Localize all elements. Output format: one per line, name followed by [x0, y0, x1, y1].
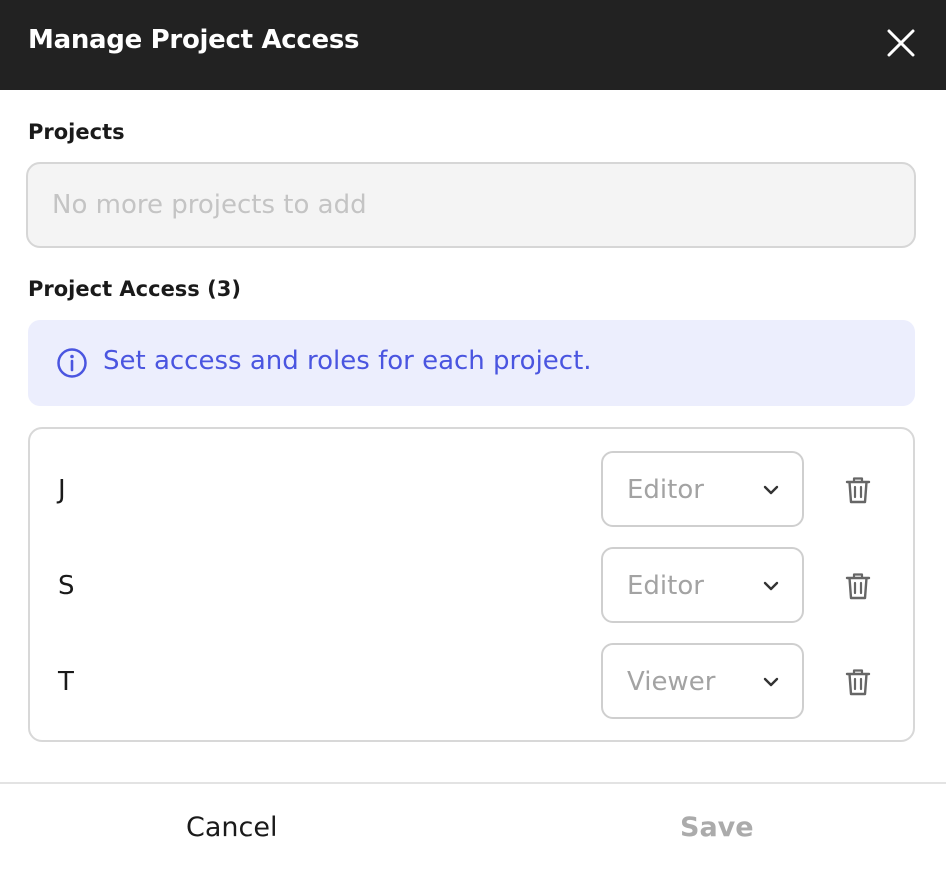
chevron-down-icon	[763, 485, 779, 495]
projects-input[interactable]	[26, 162, 916, 248]
role-value: Editor	[627, 475, 704, 505]
cancel-button[interactable]: Cancel	[186, 812, 277, 843]
save-button[interactable]: Save	[680, 812, 754, 843]
info-icon	[57, 348, 87, 378]
project-access-label: Project Access (3)	[28, 277, 241, 301]
role-select[interactable]: Editor	[601, 547, 804, 623]
dialog-title: Manage Project Access	[28, 25, 360, 55]
project-access-list: J Editor S Editor T Viewer	[28, 427, 915, 742]
project-name: J	[58, 475, 66, 505]
info-text: Set access and roles for each project.	[103, 346, 592, 376]
role-value: Viewer	[627, 667, 716, 697]
projects-label: Projects	[28, 120, 125, 144]
role-select[interactable]: Editor	[601, 451, 804, 527]
trash-icon[interactable]	[844, 667, 872, 697]
trash-icon[interactable]	[844, 475, 872, 505]
dialog-footer: Cancel Save	[0, 782, 946, 870]
close-icon[interactable]	[884, 26, 918, 60]
role-value: Editor	[627, 571, 704, 601]
trash-icon[interactable]	[844, 571, 872, 601]
list-item: S Editor	[30, 547, 913, 623]
role-select[interactable]: Viewer	[601, 643, 804, 719]
info-banner: Set access and roles for each project.	[28, 320, 915, 406]
project-name: S	[58, 571, 75, 601]
project-name: T	[58, 667, 74, 697]
list-item: T Viewer	[30, 643, 913, 719]
chevron-down-icon	[763, 581, 779, 591]
list-item: J Editor	[30, 451, 913, 527]
chevron-down-icon	[763, 677, 779, 687]
dialog-header: Manage Project Access	[0, 0, 946, 90]
